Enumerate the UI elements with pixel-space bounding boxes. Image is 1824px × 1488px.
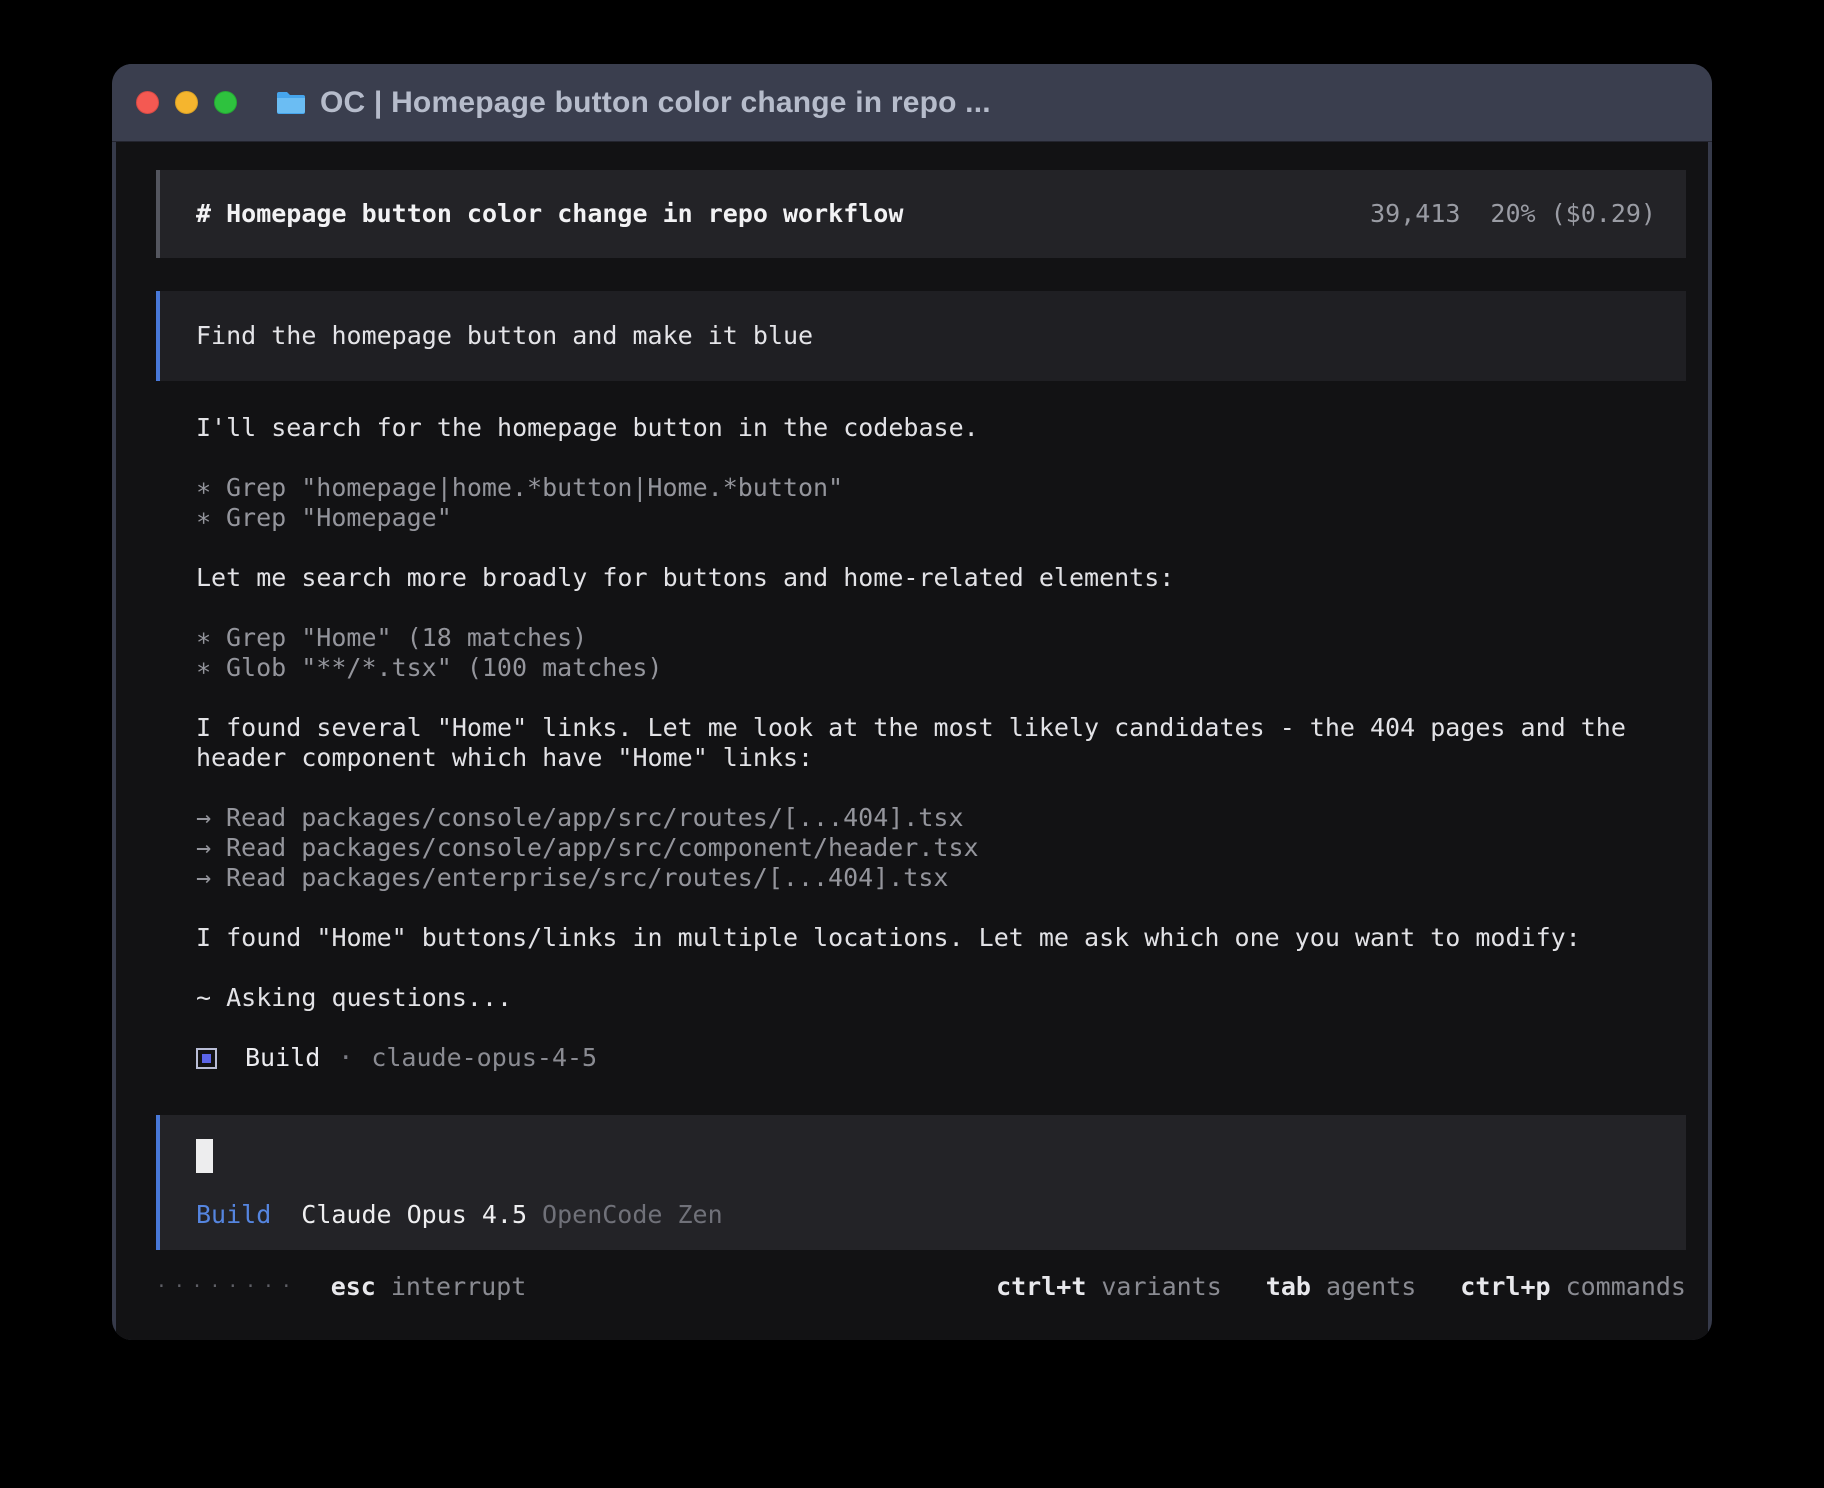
window-title: OC | Homepage button color change in rep… bbox=[320, 85, 991, 119]
hint-commands: ctrl+p commands bbox=[1460, 1272, 1686, 1302]
context-usage: 20% ($0.29) bbox=[1490, 199, 1656, 228]
read-arrow-icon: → bbox=[196, 863, 212, 892]
tool-call-grep: ∗ Grep "Homepage" bbox=[196, 503, 1652, 533]
hint-key: ctrl+t bbox=[996, 1272, 1087, 1301]
hint-label: agents bbox=[1325, 1272, 1417, 1301]
shortcut-hints: ctrl+t variants tab agents ctrl+p comman… bbox=[996, 1272, 1686, 1302]
agent-badge: Build · claude-opus-4-5 bbox=[196, 1043, 1652, 1073]
traffic-lights bbox=[136, 91, 237, 114]
prompt-input[interactable]: Build Claude Opus 4.5 OpenCode Zen bbox=[156, 1115, 1686, 1250]
tool-bullet-icon: ∗ bbox=[196, 503, 212, 532]
spinner-dots-icon: ········ bbox=[156, 1276, 299, 1297]
tool-call-read: → Read packages/console/app/src/routes/[… bbox=[196, 803, 1652, 833]
terminal-view: # Homepage button color change in repo w… bbox=[116, 142, 1708, 1340]
hint-interrupt: esc interrupt bbox=[331, 1272, 527, 1302]
hint-label: variants bbox=[1101, 1272, 1222, 1301]
separator-dot: · bbox=[338, 1043, 354, 1072]
tool-call-text: Read packages/enterprise/src/routes/[...… bbox=[226, 863, 949, 892]
agent-square-icon bbox=[196, 1047, 217, 1069]
hint-agents: tab agents bbox=[1266, 1272, 1416, 1302]
working-status: ~ Asking questions... bbox=[196, 983, 513, 1012]
status-bar: ········ esc interrupt ctrl+t variants t… bbox=[156, 1272, 1686, 1302]
token-count: 39,413 bbox=[1370, 199, 1461, 228]
session-header: # Homepage button color change in repo w… bbox=[156, 170, 1686, 258]
tool-call-group: ∗ Grep "homepage|home.*button|Home.*butt… bbox=[196, 473, 1652, 533]
hint-label: interrupt bbox=[390, 1272, 527, 1301]
tool-call-text: Grep "Homepage" bbox=[226, 503, 452, 532]
read-arrow-icon: → bbox=[196, 803, 212, 832]
tool-bullet-icon: ∗ bbox=[196, 623, 212, 652]
tool-call-group: → Read packages/console/app/src/routes/[… bbox=[196, 803, 1652, 893]
assistant-paragraph: I'll search for the homepage button in t… bbox=[196, 413, 979, 442]
tool-call-read: → Read packages/enterprise/src/routes/[.… bbox=[196, 863, 1652, 893]
hint-key: ctrl+p bbox=[1460, 1272, 1551, 1301]
input-agent-mode[interactable]: Build bbox=[196, 1200, 271, 1230]
tool-call-group: ∗ Grep "Home" (18 matches) ∗ Glob "**/*.… bbox=[196, 623, 1652, 683]
hint-key: esc bbox=[330, 1272, 376, 1301]
titlebar[interactable]: OC | Homepage button color change in rep… bbox=[112, 64, 1712, 142]
app-window: OC | Homepage button color change in rep… bbox=[112, 64, 1712, 1340]
session-title: # Homepage button color change in repo w… bbox=[196, 199, 904, 228]
tool-call-text: Grep "homepage|home.*button|Home.*button… bbox=[226, 473, 844, 502]
tool-bullet-icon: ∗ bbox=[196, 653, 212, 682]
user-message-text: Find the homepage button and make it blu… bbox=[196, 321, 814, 350]
assistant-paragraph: Let me search more broadly for buttons a… bbox=[196, 563, 1175, 592]
input-status-line: Build Claude Opus 4.5 OpenCode Zen bbox=[196, 1200, 1656, 1230]
input-model-name[interactable]: Claude Opus 4.5 bbox=[301, 1200, 527, 1230]
hint-variants: ctrl+t variants bbox=[996, 1272, 1222, 1302]
assistant-response: I'll search for the homepage button in t… bbox=[156, 381, 1652, 1073]
minimize-button[interactable] bbox=[175, 91, 198, 114]
hint-label: commands bbox=[1565, 1272, 1686, 1301]
tool-call-grep: ∗ Grep "homepage|home.*button|Home.*butt… bbox=[196, 473, 1652, 503]
text-cursor bbox=[196, 1139, 213, 1173]
user-message: Find the homepage button and make it blu… bbox=[156, 291, 1686, 381]
tool-bullet-icon: ∗ bbox=[196, 473, 212, 502]
tool-call-text: Glob "**/*.tsx" (100 matches) bbox=[226, 653, 663, 682]
title-wrap: OC | Homepage button color change in rep… bbox=[275, 86, 991, 120]
tool-call-text: Grep "Home" (18 matches) bbox=[226, 623, 588, 652]
agent-name: Build bbox=[245, 1043, 321, 1072]
assistant-paragraph: I found "Home" buttons/links in multiple… bbox=[196, 923, 1581, 952]
assistant-paragraph: I found several "Home" links. Let me loo… bbox=[196, 713, 1641, 772]
read-arrow-icon: → bbox=[196, 833, 212, 862]
tool-call-grep: ∗ Grep "Home" (18 matches) bbox=[196, 623, 1652, 653]
hint-key: tab bbox=[1265, 1272, 1311, 1301]
tool-call-text: Read packages/console/app/src/routes/[..… bbox=[226, 803, 964, 832]
close-button[interactable] bbox=[136, 91, 159, 114]
agent-model: claude-opus-4-5 bbox=[371, 1043, 598, 1072]
tool-call-text: Read packages/console/app/src/component/… bbox=[226, 833, 979, 862]
folder-icon bbox=[275, 90, 307, 116]
zoom-button[interactable] bbox=[214, 91, 237, 114]
tool-call-glob: ∗ Glob "**/*.tsx" (100 matches) bbox=[196, 653, 1652, 683]
input-provider-name: OpenCode Zen bbox=[542, 1200, 723, 1229]
session-stats: 39,413 20% ($0.29) bbox=[1370, 199, 1656, 229]
tool-call-read: → Read packages/console/app/src/componen… bbox=[196, 833, 1652, 863]
